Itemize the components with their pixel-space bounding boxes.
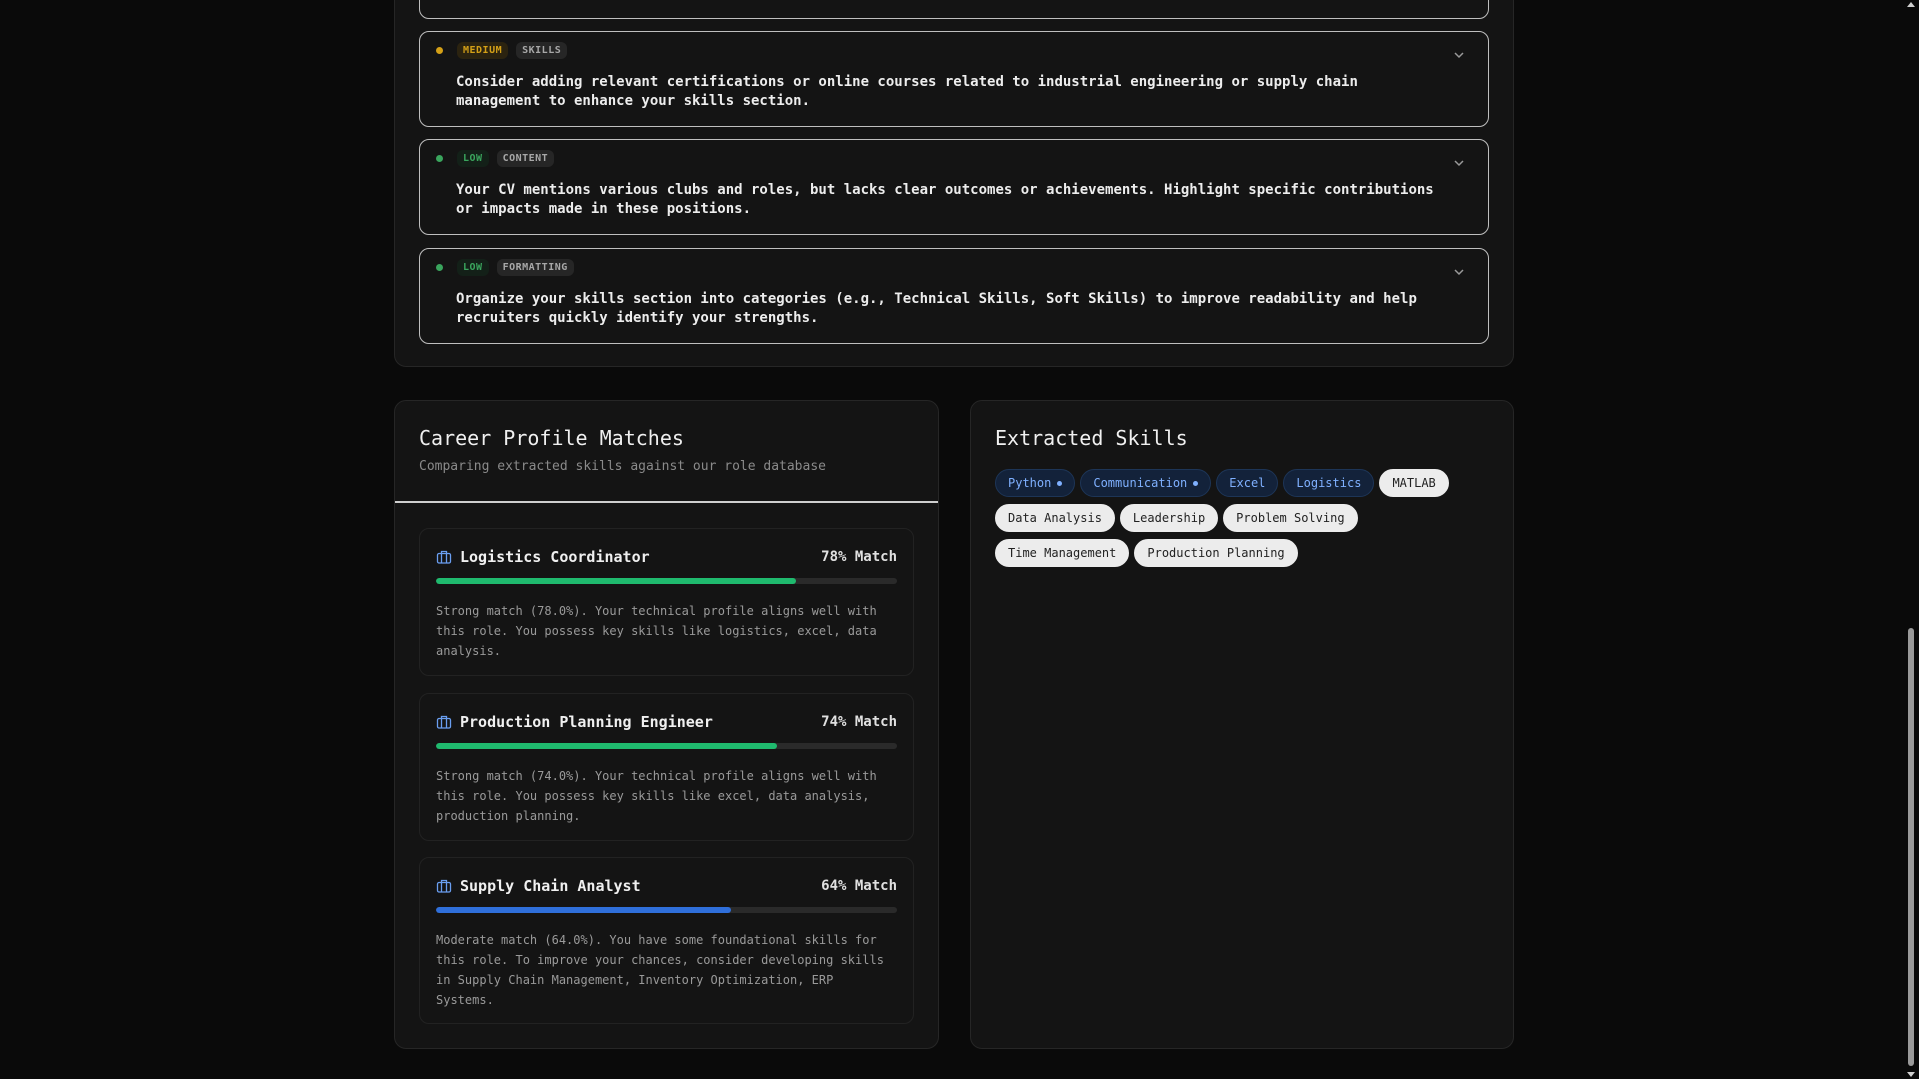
panel-title: Career Profile Matches bbox=[419, 426, 684, 450]
skill-chip[interactable]: MATLAB bbox=[1379, 469, 1449, 497]
suggestion-header: LOW CONTENT bbox=[436, 150, 555, 167]
skill-chip-label: Communication bbox=[1093, 476, 1188, 490]
match-percent: 74% Match bbox=[821, 714, 897, 730]
match-header: Supply Chain Analyst 64% Match bbox=[436, 876, 897, 896]
match-progress-fill bbox=[436, 578, 796, 584]
category-badge: CONTENT bbox=[496, 150, 555, 167]
career-matches-panel: Career Profile Matches Comparing extract… bbox=[394, 400, 939, 1049]
skill-dot-icon bbox=[1057, 481, 1063, 486]
match-description: Strong match (74.0%). Your technical pro… bbox=[436, 769, 877, 823]
scroll-thumb[interactable] bbox=[1908, 628, 1914, 1066]
skill-chip-label: Python bbox=[1008, 476, 1052, 490]
suggestion-card[interactable]: LOW FORMATTING Organize your skills sect… bbox=[419, 248, 1489, 344]
skill-chip-label: Excel bbox=[1229, 476, 1266, 490]
briefcase-icon bbox=[436, 715, 452, 729]
suggestion-header: LOW FORMATTING bbox=[436, 259, 574, 276]
match-card[interactable]: Production Planning Engineer 74% Match S… bbox=[419, 693, 914, 841]
suggestion-text: Your CV mentions various clubs and roles… bbox=[456, 182, 1434, 217]
match-description: Strong match (78.0%). Your technical pro… bbox=[436, 604, 877, 658]
severity-dot bbox=[436, 155, 443, 162]
match-description: Moderate match (64.0%). You have some fo… bbox=[436, 933, 884, 1007]
skill-chip[interactable]: Communication bbox=[1080, 469, 1212, 497]
suggestion-card-partial[interactable] bbox=[419, 0, 1489, 19]
skill-chip[interactable]: Logistics bbox=[1283, 469, 1375, 497]
match-progress-fill bbox=[436, 743, 778, 749]
severity-dot bbox=[436, 47, 443, 54]
suggestion-card[interactable]: LOW CONTENT Your CV mentions various clu… bbox=[419, 139, 1489, 235]
suggestion-text: Organize your skills section into catego… bbox=[456, 291, 1417, 326]
match-progress-fill bbox=[436, 907, 732, 913]
severity-badge: LOW bbox=[457, 259, 489, 276]
match-card[interactable]: Supply Chain Analyst 64% Match Moderate … bbox=[419, 857, 914, 1024]
chevron-down-icon[interactable] bbox=[1452, 265, 1466, 279]
suggestion-text: Consider adding relevant certifications … bbox=[456, 74, 1358, 109]
scroll-down-arrow-icon[interactable] bbox=[1907, 1072, 1915, 1077]
skill-chip-label: Data Analysis bbox=[1008, 511, 1102, 525]
skill-chip[interactable]: Production Planning bbox=[1134, 539, 1298, 567]
match-percent: 64% Match bbox=[821, 878, 897, 894]
skill-chip[interactable]: Python bbox=[995, 469, 1076, 497]
extracted-skills-panel: Extracted Skills Python Communication Exce… bbox=[970, 400, 1514, 1049]
suggestion-card[interactable]: MEDIUM SKILLS Consider adding relevant c… bbox=[419, 31, 1489, 127]
role-title: Production Planning Engineer bbox=[460, 713, 713, 731]
category-badge: FORMATTING bbox=[496, 259, 574, 276]
suggestion-header: MEDIUM SKILLS bbox=[436, 42, 568, 59]
skill-chip[interactable]: Excel bbox=[1216, 469, 1279, 497]
severity-dot bbox=[436, 264, 443, 271]
scrollbar[interactable] bbox=[1904, 0, 1919, 1079]
skill-chip[interactable]: Time Management bbox=[995, 539, 1130, 567]
scroll-up-arrow-icon[interactable] bbox=[1907, 2, 1915, 7]
match-progress-track bbox=[436, 743, 897, 749]
panel-title: Extracted Skills bbox=[995, 426, 1188, 450]
skill-chip-label: Problem Solving bbox=[1236, 511, 1345, 525]
chevron-down-icon[interactable] bbox=[1452, 156, 1466, 170]
skill-dot-icon bbox=[1193, 481, 1199, 486]
severity-badge: LOW bbox=[457, 150, 489, 167]
severity-badge: MEDIUM bbox=[457, 42, 509, 59]
skill-chip[interactable]: Leadership bbox=[1119, 504, 1219, 532]
divider bbox=[395, 501, 938, 503]
role-title: Supply Chain Analyst bbox=[460, 877, 641, 895]
skill-chip[interactable]: Data Analysis bbox=[995, 504, 1115, 532]
chevron-down-icon[interactable] bbox=[1452, 48, 1466, 62]
match-progress-track bbox=[436, 907, 897, 913]
skill-chip-label: Leadership bbox=[1132, 511, 1206, 525]
skill-chip-label: Logistics bbox=[1296, 476, 1362, 490]
briefcase-icon bbox=[436, 879, 452, 893]
skill-chip-label: Time Management bbox=[1008, 546, 1117, 560]
skill-chip-label: MATLAB bbox=[1392, 476, 1436, 490]
skill-chip-label: Production Planning bbox=[1147, 546, 1285, 560]
category-badge: SKILLS bbox=[516, 42, 568, 59]
match-header: Logistics Coordinator 78% Match bbox=[436, 547, 897, 567]
match-percent: 78% Match bbox=[821, 549, 897, 565]
role-title: Logistics Coordinator bbox=[460, 548, 650, 566]
skills-chip-list: Python Communication Excel Logistics MATLAB D… bbox=[995, 469, 1495, 574]
match-card[interactable]: Logistics Coordinator 78% Match Strong m… bbox=[419, 528, 914, 676]
panel-subtitle: Comparing extracted skills against our r… bbox=[419, 459, 826, 474]
briefcase-icon bbox=[436, 550, 452, 564]
skill-chip[interactable]: Problem Solving bbox=[1223, 504, 1358, 532]
match-header: Production Planning Engineer 74% Match bbox=[436, 712, 897, 732]
suggestions-panel: MEDIUM SKILLS Consider adding relevant c… bbox=[394, 0, 1514, 367]
match-progress-track bbox=[436, 578, 897, 584]
